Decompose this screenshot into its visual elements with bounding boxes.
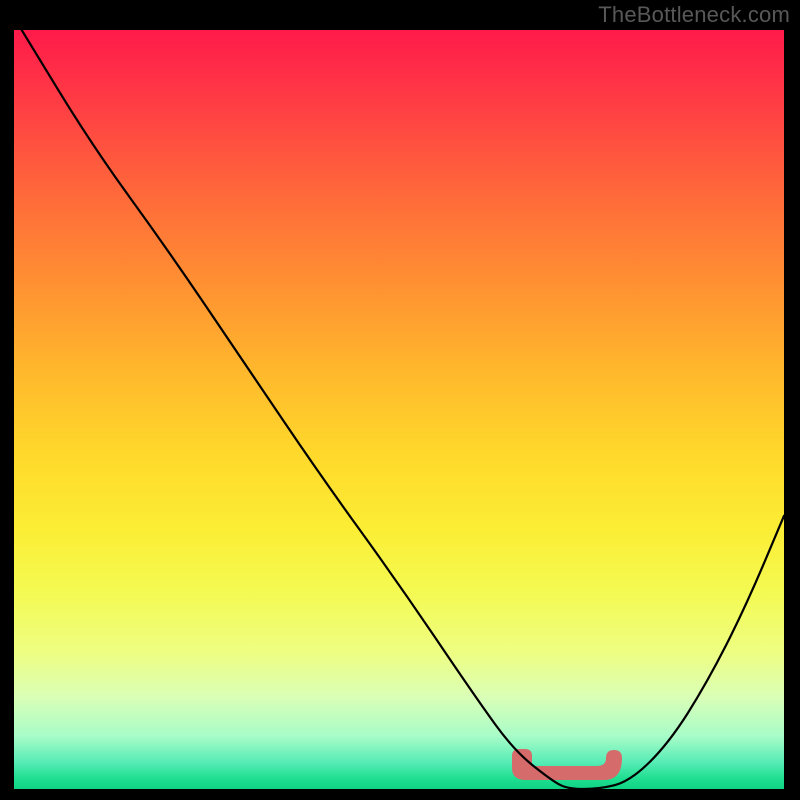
- chart-frame: TheBottleneck.com: [0, 0, 800, 800]
- plot-area: [14, 30, 784, 789]
- attribution-text: TheBottleneck.com: [598, 2, 790, 28]
- bottleneck-curve: [14, 30, 784, 789]
